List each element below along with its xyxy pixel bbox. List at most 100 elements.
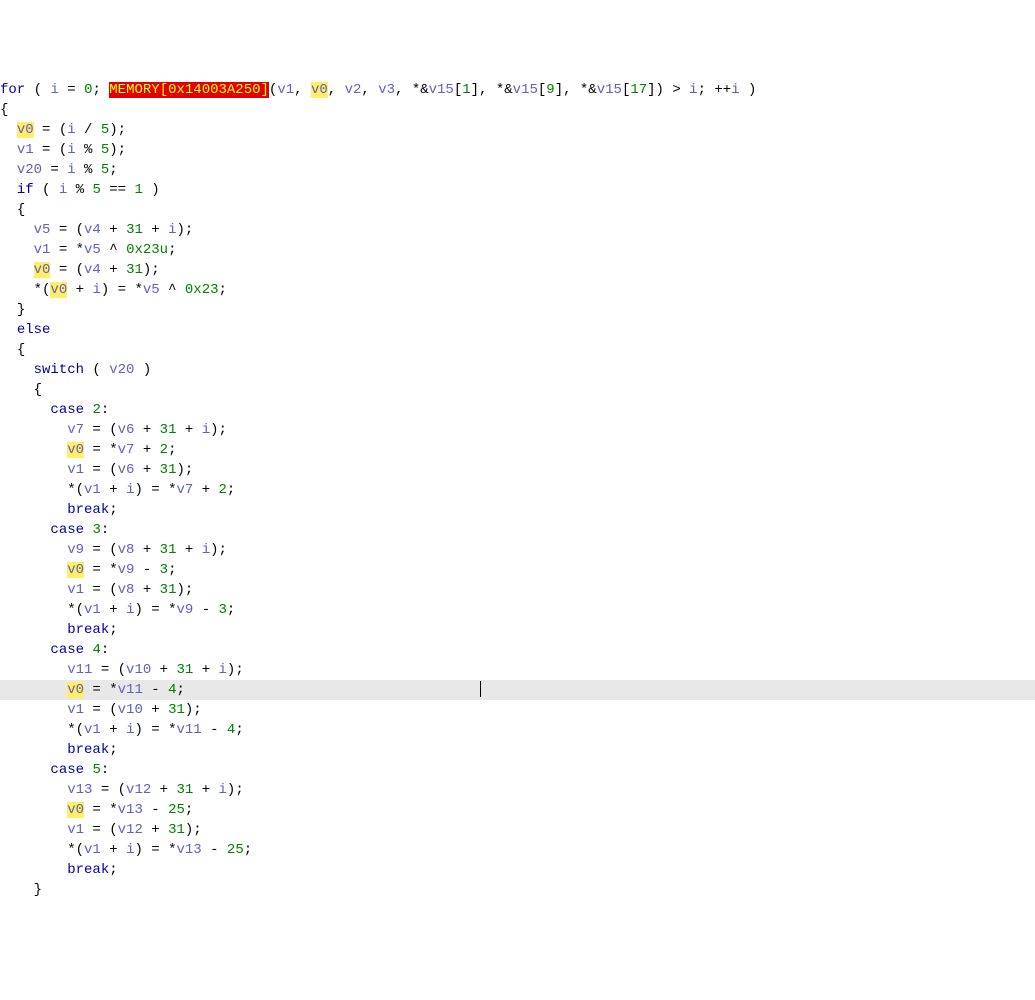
token[interactable]: , [294,82,311,98]
token[interactable]: v13 [67,782,92,798]
token[interactable]: , *& [395,82,429,98]
token[interactable]: + [134,422,159,438]
token[interactable]: v1 [67,582,84,598]
token[interactable]: { [34,382,42,398]
code-line[interactable]: *(v1 + i) = *v11 - 4; [0,720,1035,740]
token[interactable]: v0 [34,262,51,278]
token[interactable]: ; [219,282,227,298]
token[interactable]: case [50,642,84,658]
token[interactable]: 17 [630,82,647,98]
token[interactable]: } [34,882,42,898]
token[interactable]: + [101,482,126,498]
token[interactable]: ], *& [555,82,597,98]
token[interactable]: ); [185,702,202,718]
token[interactable]: case [50,762,84,778]
token[interactable]: v1 [67,822,84,838]
token[interactable]: case [50,402,84,418]
token[interactable]: } [17,302,25,318]
token[interactable]: v7 [176,482,193,498]
token[interactable]: ; [227,482,235,498]
code-line[interactable]: case 5: [0,760,1035,780]
token[interactable]: ) [134,362,151,378]
token[interactable]: v9 [118,562,135,578]
token[interactable]: + [67,282,92,298]
token[interactable]: + [193,662,218,678]
token[interactable]: + [143,702,168,718]
token[interactable]: v13 [176,842,201,858]
token[interactable]: : [101,402,109,418]
token[interactable]: ]) > [647,82,689,98]
token[interactable]: : [101,762,109,778]
token[interactable]: v2 [345,82,362,98]
token[interactable]: ; [109,622,117,638]
token[interactable]: 4 [92,642,100,658]
code-line[interactable]: v0 = (v4 + 31); [0,260,1035,280]
token[interactable]: : [101,522,109,538]
code-line[interactable]: case 4: [0,640,1035,660]
token[interactable]: i [59,182,67,198]
token[interactable]: *( [34,282,51,298]
token[interactable]: v1 [67,702,84,718]
token[interactable]: 31 [176,782,193,798]
token[interactable]: v4 [84,222,101,238]
code-line[interactable]: break; [0,500,1035,520]
token[interactable]: 31 [160,582,177,598]
token[interactable]: v20 [17,162,42,178]
token[interactable]: 25 [168,802,185,818]
token[interactable]: i [202,422,210,438]
token[interactable]: i [67,162,75,178]
token[interactable]: i [67,122,75,138]
token[interactable]: v0 [67,682,84,698]
token[interactable]: ( [34,182,59,198]
code-line[interactable]: else [0,320,1035,340]
token[interactable]: ; [235,722,243,738]
token[interactable]: break [67,502,109,518]
token[interactable]: v0 [67,442,84,458]
token[interactable]: = ( [84,582,118,598]
code-line[interactable]: { [0,340,1035,360]
token[interactable]: ); [210,422,227,438]
token[interactable]: ) [740,82,757,98]
token[interactable]: ); [227,662,244,678]
token[interactable]: + [176,542,201,558]
token[interactable]: 31 [126,222,143,238]
token[interactable]: MEMORY[0x14003A250] [109,82,269,98]
code-line[interactable]: break; [0,740,1035,760]
code-line[interactable]: v7 = (v6 + 31 + i); [0,420,1035,440]
token[interactable]: v11 [176,722,201,738]
token[interactable]: = ( [84,422,118,438]
token[interactable]: [ [454,82,462,98]
token[interactable]: v1 [84,482,101,498]
token[interactable]: v0 [67,802,84,818]
token[interactable]: 31 [160,542,177,558]
code-line[interactable]: v1 = (v8 + 31); [0,580,1035,600]
token[interactable]: 2 [219,482,227,498]
token[interactable]: - [143,802,168,818]
token[interactable]: + [193,482,218,498]
token[interactable]: v0 [311,82,328,98]
token[interactable]: 5 [92,762,100,778]
token[interactable]: v5 [143,282,160,298]
token[interactable]: v12 [126,782,151,798]
token[interactable]: v0 [67,562,84,578]
code-line[interactable]: v5 = (v4 + 31 + i); [0,220,1035,240]
token[interactable]: { [17,342,25,358]
token[interactable]: + [151,782,176,798]
token[interactable]: - [202,842,227,858]
code-line[interactable]: v0 = *v9 - 3; [0,560,1035,580]
token[interactable]: % [67,182,92,198]
token[interactable]: v1 [277,82,294,98]
token[interactable]: % [76,162,101,178]
token[interactable]: ; [168,562,176,578]
token[interactable]: switch [34,362,84,378]
token[interactable]: ; [244,842,252,858]
token[interactable]: = ( [84,702,118,718]
token[interactable]: 1 [462,82,470,98]
token[interactable]: 1 [134,182,142,198]
token[interactable]: i [202,542,210,558]
code-line[interactable]: *(v1 + i) = *v13 - 25; [0,840,1035,860]
code-line[interactable]: { [0,380,1035,400]
code-line[interactable]: v1 = (v12 + 31); [0,820,1035,840]
token[interactable]: + [101,602,126,618]
token[interactable]: + [143,822,168,838]
